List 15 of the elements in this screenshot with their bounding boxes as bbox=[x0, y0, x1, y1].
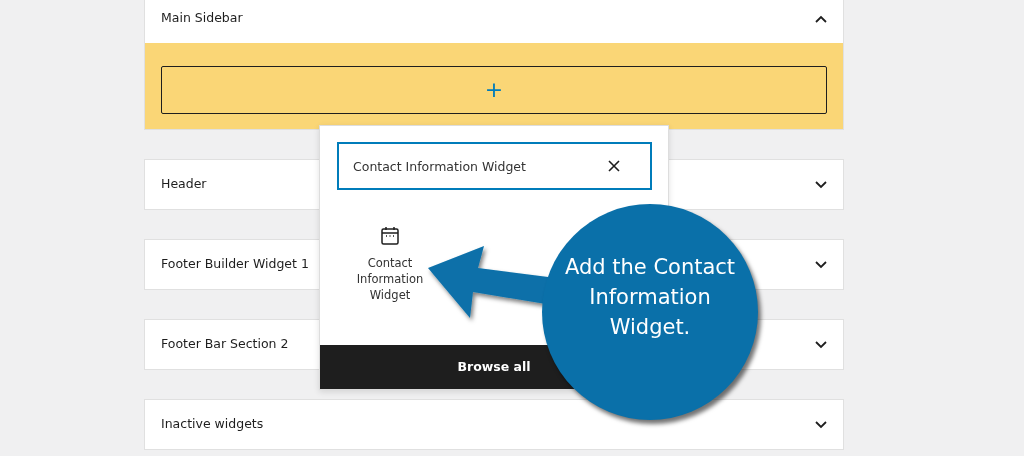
chevron-down-icon[interactable] bbox=[815, 180, 827, 189]
calendar-icon bbox=[381, 226, 399, 245]
close-icon[interactable] bbox=[608, 160, 620, 172]
block-result[interactable]: Contact Information Widget bbox=[340, 226, 440, 303]
panel-title[interactable]: Footer Builder Widget 1 bbox=[161, 255, 309, 274]
chevron-down-icon[interactable] bbox=[815, 260, 827, 269]
callout-text: Add the Contact Information Widget. bbox=[563, 254, 737, 341]
chevron-up-icon[interactable] bbox=[815, 14, 827, 23]
panel-title[interactable]: Header bbox=[161, 175, 207, 194]
chevron-down-icon[interactable] bbox=[815, 340, 827, 349]
panel-title[interactable]: Inactive widgets bbox=[161, 415, 264, 434]
chevron-down-icon[interactable] bbox=[815, 420, 827, 429]
search-field[interactable]: Contact Information Widget bbox=[337, 142, 652, 190]
panel-title[interactable]: Footer Bar Section 2 bbox=[161, 335, 289, 354]
panel-title[interactable]: Main Sidebar bbox=[161, 9, 243, 28]
